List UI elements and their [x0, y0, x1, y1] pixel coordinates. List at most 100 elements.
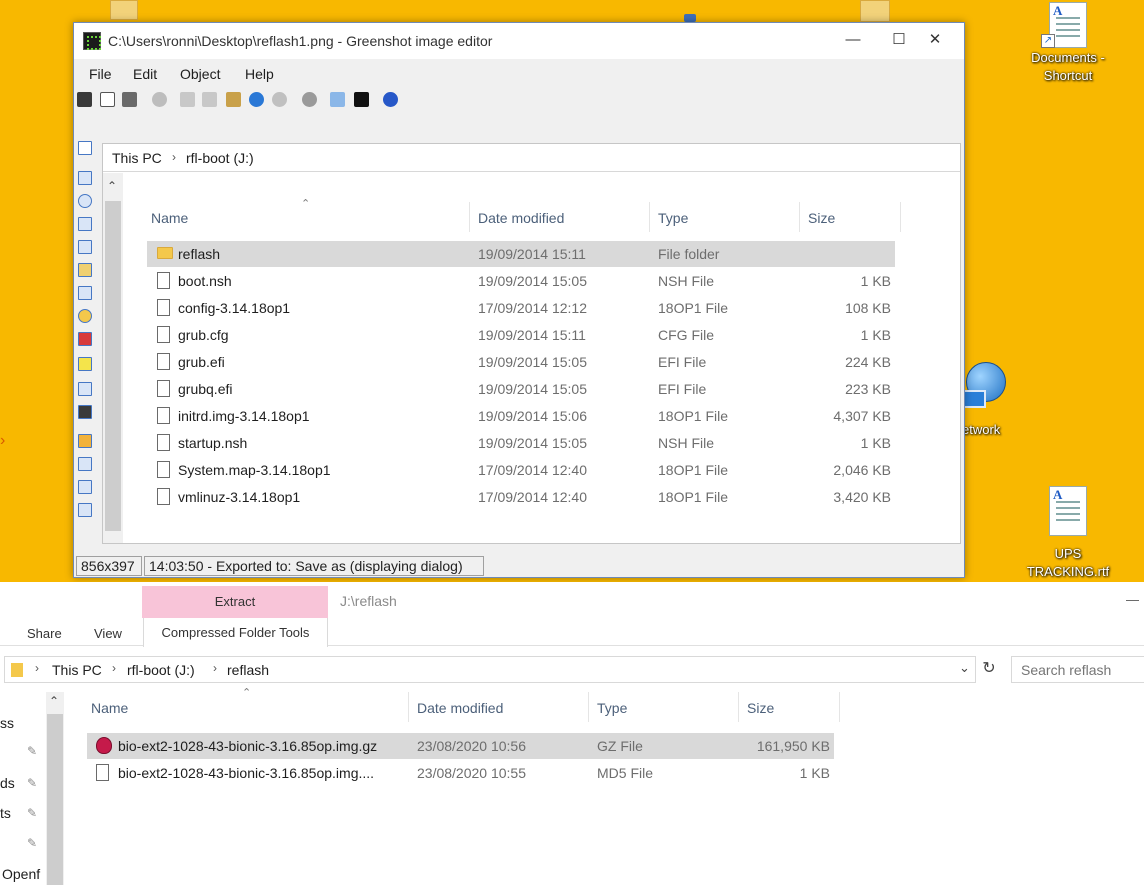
copy-icon[interactable] [202, 92, 217, 107]
menu-file[interactable]: File [89, 66, 112, 82]
pointer-tool-icon[interactable] [78, 141, 92, 155]
crop-icon[interactable] [78, 434, 92, 448]
help-icon[interactable] [383, 92, 398, 107]
window-minimize-partial[interactable]: — [1126, 592, 1139, 607]
file-icon [157, 299, 170, 316]
column-header-date[interactable]: Date modified [417, 700, 503, 716]
arrow-tool-icon[interactable] [78, 240, 92, 254]
image-canvas[interactable]: This PC › rfl-boot (J:) ⌃ ⌃ Name Date mo… [102, 143, 961, 544]
close-button[interactable]: ✕ [912, 23, 958, 57]
file-date: 19/09/2014 15:06 [478, 408, 587, 424]
file-icon [157, 380, 170, 397]
document-icon [1049, 486, 1087, 536]
highlight-tool-icon[interactable] [78, 357, 92, 371]
table-row[interactable]: grubq.efi 19/09/2014 15:05 EFI File 223 KB [147, 376, 895, 402]
cut-icon[interactable] [180, 92, 195, 107]
crop-tool-icon[interactable] [78, 405, 92, 419]
pin-icon: ✎ [27, 836, 38, 850]
table-row[interactable]: config-3.14.18op1 17/09/2014 12:12 18OP1 F… [147, 295, 895, 321]
nav-item-fragment[interactable]: ts [0, 805, 11, 821]
file-name: reflash [178, 246, 221, 262]
table-row[interactable]: reflash 19/09/2014 15:11 File folder [147, 241, 895, 267]
crumb-reflash[interactable]: reflash [227, 662, 269, 678]
column-divider [839, 692, 840, 722]
file-type: EFI File [658, 381, 707, 397]
nav-item-fragment[interactable]: Openf [2, 866, 40, 882]
redo-icon[interactable] [272, 92, 287, 107]
file-size: 224 KB [845, 354, 891, 370]
file-name: initrd.img-3.14.18op1 [178, 408, 310, 424]
search-input[interactable] [1011, 656, 1144, 683]
settings-icon[interactable] [302, 92, 317, 107]
refresh-icon[interactable]: ↻ [978, 656, 1000, 683]
table-row[interactable]: boot.nsh 19/09/2014 15:05 NSH File 1 KB [147, 268, 895, 294]
crumb-this-pc[interactable]: This PC [52, 662, 102, 678]
chevron-down-icon[interactable]: ⌄ [959, 660, 970, 676]
table-row[interactable]: bio-ext2-1028-43-bionic-3.16.85op.img.gz… [87, 733, 834, 759]
title-bar[interactable]: C:\Users\ronni\Desktop\reflash1.png - Gr… [74, 23, 964, 59]
menu-edit[interactable]: Edit [133, 66, 157, 82]
table-row[interactable]: grub.efi 19/09/2014 15:05 EFI File 224 KB [147, 349, 895, 375]
tab-view[interactable]: View [94, 626, 122, 641]
save-icon[interactable] [77, 92, 92, 107]
menu-help[interactable]: Help [245, 66, 274, 82]
file-name: boot.nsh [178, 273, 232, 289]
line-tool-icon[interactable] [78, 217, 92, 231]
effects-icon[interactable] [330, 92, 345, 107]
file-explorer-window: Extract J:\reflash Share View Compressed… [0, 582, 1144, 885]
crumb-drive[interactable]: rfl-boot (J:) [127, 662, 195, 678]
status-dimensions: 856x397 [76, 556, 142, 576]
column-header-size[interactable]: Size [747, 700, 774, 716]
rectangle-tool-icon[interactable] [78, 171, 92, 185]
navigation-scrollbar[interactable]: ⌃ [46, 692, 64, 885]
extract-contextual-tab[interactable]: Extract [142, 586, 328, 618]
desktop-folder-partial-2 [860, 0, 890, 22]
pin-icon: ✎ [27, 806, 38, 820]
rotate-cw-icon[interactable] [78, 457, 92, 471]
text-tool-icon[interactable] [78, 286, 92, 300]
menu-object[interactable]: Object [180, 66, 220, 82]
table-row[interactable]: System.map-3.14.18op1 17/09/2014 12:40 18O… [147, 457, 895, 483]
resize-icon[interactable] [78, 503, 92, 517]
chevron-right-icon: › [172, 150, 176, 164]
freehand-tool-icon[interactable] [78, 263, 92, 277]
paste-icon[interactable] [226, 92, 241, 107]
nav-item-fragment[interactable]: ss [0, 715, 14, 731]
scroll-thumb[interactable] [47, 714, 63, 885]
column-header-name[interactable]: Name [91, 700, 128, 716]
file-name: vmlinuz-3.14.18op1 [178, 489, 301, 505]
print-icon[interactable] [122, 92, 137, 107]
table-row[interactable]: initrd.img-3.14.18op1 19/09/2014 15:06 18O… [147, 403, 895, 429]
nav-item-fragment[interactable]: ds [0, 775, 15, 791]
table-row[interactable]: bio-ext2-1028-43-bionic-3.16.85op.img...… [87, 760, 834, 786]
table-row[interactable]: vmlinuz-3.14.18op1 17/09/2014 12:40 18OP1 … [147, 484, 895, 510]
minimize-button[interactable]: — [830, 23, 876, 57]
file-icon [96, 764, 109, 781]
obfuscate-tool-icon[interactable] [78, 382, 92, 396]
tab-share[interactable]: Share [27, 626, 62, 641]
address-bar[interactable]: › This PC › rfl-boot (J:) › reflash ⌄ [4, 656, 976, 683]
file-name: grubq.efi [178, 381, 233, 397]
file-type: 18OP1 File [658, 489, 729, 505]
file-name: System.map-3.14.18op1 [178, 462, 331, 478]
column-header-type[interactable]: Type [597, 700, 627, 716]
file-date: 19/09/2014 15:05 [478, 381, 587, 397]
table-row[interactable]: startup.nsh 19/09/2014 15:05 NSH File 1 KB [147, 430, 895, 456]
ellipse-tool-icon[interactable] [78, 194, 92, 208]
counter-tool-icon[interactable] [78, 332, 92, 346]
desktop-icon-network[interactable]: etwork [958, 360, 1038, 442]
column-divider [588, 692, 589, 722]
delete-icon[interactable] [152, 92, 167, 107]
file-date: 17/09/2014 12:12 [478, 300, 587, 316]
desktop-icon-documents-shortcut[interactable]: ↗ Documents - Shortcut [1018, 0, 1118, 86]
file-date: 17/09/2014 12:40 [478, 489, 587, 505]
rotate-ccw-icon[interactable] [78, 480, 92, 494]
speechbubble-tool-icon[interactable] [78, 309, 92, 323]
tab-compressed-folder-tools[interactable]: Compressed Folder Tools [143, 618, 328, 647]
clipboard-icon[interactable] [100, 92, 115, 107]
file-size: 1 KB [860, 327, 891, 343]
info-icon[interactable] [354, 92, 369, 107]
undo-icon[interactable] [249, 92, 264, 107]
desktop-icon-ups-tracking[interactable]: UPS TRACKING.rtf [1018, 486, 1118, 582]
table-row[interactable]: grub.cfg 19/09/2014 15:11 CFG File 1 KB [147, 322, 895, 348]
